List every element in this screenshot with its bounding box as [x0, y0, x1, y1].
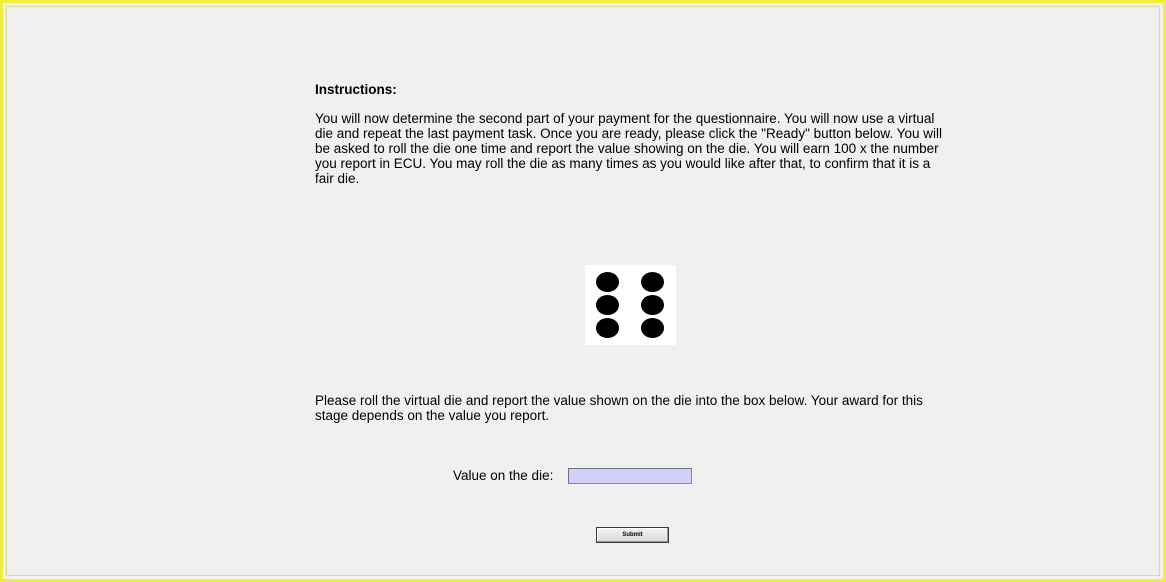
- window-frame: Instructions: You will now determine the…: [0, 0, 1166, 582]
- die-pip: [596, 318, 619, 338]
- instructions-heading: Instructions:: [315, 82, 397, 97]
- submit-button[interactable]: Submit: [596, 527, 669, 543]
- die-pip: [596, 272, 619, 292]
- die-value-input[interactable]: [568, 468, 692, 484]
- die-pip: [641, 272, 664, 292]
- instructions-paragraph: You will now determine the second part o…: [315, 111, 942, 186]
- die-pip: [641, 318, 664, 338]
- report-instructions: Please roll the virtual die and report t…: [315, 393, 923, 423]
- die-pip: [641, 295, 664, 315]
- die-six-face-icon[interactable]: [585, 265, 676, 345]
- die-value-label: Value on the die:: [453, 468, 554, 483]
- frame-inner-edge: [6, 6, 1160, 576]
- die-pip: [596, 295, 619, 315]
